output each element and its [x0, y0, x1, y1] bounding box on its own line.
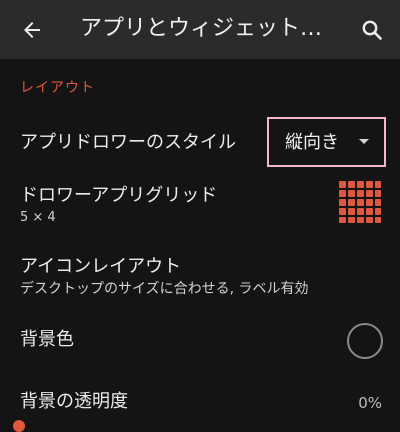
search-button[interactable] [352, 10, 392, 50]
setting-summary: 5 × 4 [20, 210, 56, 225]
drawer-style-dropdown[interactable]: 縦向き [267, 117, 386, 167]
color-swatch[interactable] [347, 323, 383, 359]
grid-icon [339, 181, 381, 223]
page-title: アプリとウィジェット… [80, 16, 323, 41]
setting-background-transparency[interactable]: 背景の透明度 0% [0, 380, 400, 424]
transparency-value: 0% [358, 394, 382, 412]
setting-label: ドロワーアプリグリッド [20, 185, 218, 206]
app-toolbar: アプリとウィジェット… [0, 0, 400, 59]
setting-background-color[interactable]: 背景色 [0, 318, 400, 362]
setting-icon-layout[interactable]: アイコンレイアウト デスクトップのサイズに合わせる, ラベル有効 [0, 248, 400, 308]
setting-label: 背景色 [20, 329, 74, 350]
back-button[interactable] [12, 10, 52, 50]
dropdown-value: 縦向き [285, 132, 339, 153]
section-header-layout: レイアウト [20, 80, 95, 96]
setting-label: 背景の透明度 [20, 391, 128, 412]
setting-summary: デスクトップのサイズに合わせる, ラベル有効 [20, 281, 309, 297]
arrow-back-icon [24, 22, 40, 38]
dropdown-arrow-icon [359, 139, 369, 144]
slider-thumb[interactable] [13, 420, 25, 432]
setting-label: アプリドロワーのスタイル [20, 132, 236, 153]
setting-label: アイコンレイアウト [20, 256, 182, 277]
search-icon [362, 20, 382, 40]
